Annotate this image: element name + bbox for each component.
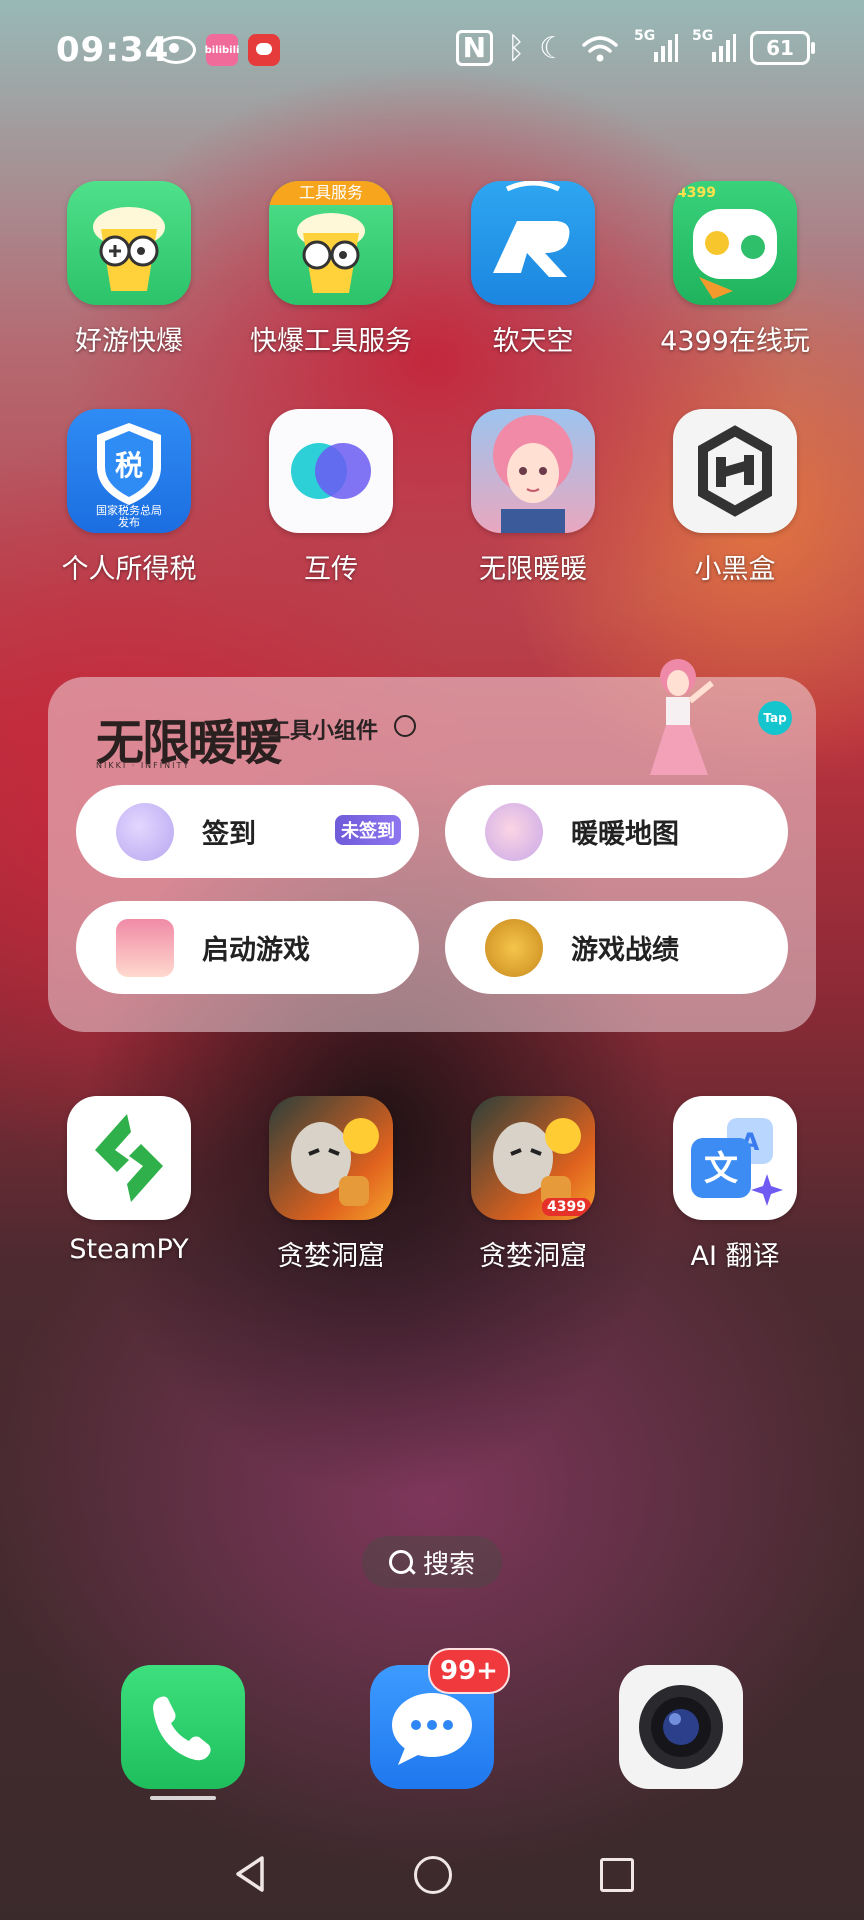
app-xiaoheihe[interactable]: 小黑盒 <box>635 409 835 586</box>
sign-in-button[interactable]: 签到 未签到 <box>76 785 419 878</box>
app-label: AI 翻译 <box>690 1241 780 1272</box>
app-label: 个人所得税 <box>61 554 197 585</box>
widget-title: 工具小组件 <box>268 719 379 744</box>
edit-icon[interactable] <box>394 715 416 737</box>
app-greedy-cave[interactable]: 贪婪洞窟 <box>231 1096 431 1273</box>
status-right-icons: N ᛒ ☾ 5G 5G 61 <box>455 28 815 66</box>
map-button[interactable]: 暖暖地图 <box>445 785 788 878</box>
infinity-nikki-widget[interactable]: 无限暖暖 NIKKI · INFINITY 工具小组件 Tap 签到 未签到 暖… <box>48 659 816 1032</box>
app-infinity-nikki[interactable]: 无限暖暖 <box>433 409 633 586</box>
notification-app-icon <box>248 34 280 66</box>
search-icon <box>388 1550 413 1574</box>
app-haoyou-kuaibao[interactable]: 好游快爆 <box>29 181 229 358</box>
do-not-disturb-icon: ☾ <box>539 30 566 66</box>
app-label: 小黑盒 <box>694 554 776 585</box>
camera-lens-icon <box>639 1685 723 1769</box>
sign-in-label: 签到 <box>202 819 256 850</box>
camera-app[interactable] <box>619 1665 743 1789</box>
bilibili-icon: bilibili <box>205 34 239 66</box>
greedy-cave-4399-icon: 4399 <box>471 1096 595 1220</box>
app-label: 贪婪洞窟 <box>479 1241 587 1272</box>
status-bar: 09:34 bilibili N ᛒ ☾ 5G 5G 61 <box>0 0 864 104</box>
crystal-icon <box>116 802 174 861</box>
nfc-icon: N <box>455 30 494 66</box>
game-record-label: 游戏战绩 <box>571 935 679 966</box>
ai-translate-icon: A 文 <box>673 1096 797 1220</box>
share-transfer-icon <box>269 409 393 533</box>
eye-icon <box>156 36 196 64</box>
kuaibao-tools-icon: 工具服务 <box>269 181 393 305</box>
app-label: SteamPY <box>69 1234 189 1265</box>
search-button[interactable]: 搜索 <box>362 1536 502 1588</box>
app-ruantiankong[interactable]: 软天空 <box>433 181 633 358</box>
messages-unread-badge: 99+ <box>428 1648 510 1694</box>
haoyou-kuaibao-icon <box>67 181 191 305</box>
greedy-cave-icon <box>269 1096 393 1220</box>
svg-text:文: 文 <box>704 1149 738 1189</box>
home-icon[interactable] <box>414 1856 452 1894</box>
app-label: 互传 <box>304 554 358 585</box>
svg-text:税: 税 <box>115 449 143 482</box>
app-label: 无限暖暖 <box>479 554 587 585</box>
app-label: 软天空 <box>492 326 574 357</box>
app-label: 4399在线玩 <box>660 326 810 357</box>
app-steampy[interactable]: SteamPY <box>29 1096 229 1265</box>
game-record-button[interactable]: 游戏战绩 <box>445 901 788 994</box>
status-time: 09:34 <box>56 30 170 70</box>
wifi-icon <box>580 33 620 63</box>
search-label: 搜索 <box>422 1549 475 1580</box>
phone-app[interactable] <box>121 1665 245 1789</box>
map-label: 暖暖地图 <box>571 819 679 850</box>
page-indicator <box>150 1796 216 1800</box>
tap-badge: Tap <box>758 701 792 735</box>
launch-game-label: 启动游戏 <box>202 935 310 966</box>
app-4399-online[interactable]: 4399 4399在线玩 <box>635 181 835 358</box>
app-greedy-cave-4399[interactable]: 4399 贪婪洞窟 <box>433 1096 633 1273</box>
back-icon[interactable] <box>232 1854 268 1894</box>
personal-tax-icon: 税 国家税务总局 发布 <box>67 409 191 533</box>
app-personal-tax[interactable]: 税 国家税务总局 发布 个人所得税 <box>29 409 229 586</box>
app-label: 贪婪洞窟 <box>277 1241 385 1272</box>
recent-apps-icon[interactable] <box>600 1858 634 1892</box>
not-signed-badge: 未签到 <box>335 815 401 845</box>
app-share-transfer[interactable]: 互传 <box>231 409 431 586</box>
battery-icon: 61 <box>750 31 815 65</box>
status-left-icons: bilibili <box>156 34 280 66</box>
character-illustration <box>650 659 714 775</box>
app-kuaibao-tools[interactable]: 工具服务 快爆工具服务 <box>231 181 431 358</box>
app-label: 快爆工具服务 <box>250 326 412 357</box>
xiaoheihe-icon <box>673 409 797 533</box>
signal-5g-icon-2: 5G <box>692 28 736 64</box>
launch-game-button[interactable]: 启动游戏 <box>76 901 419 994</box>
bee-icon <box>485 918 543 977</box>
game-avatar-icon <box>116 918 174 977</box>
ruantiankong-icon <box>471 181 595 305</box>
star-map-icon <box>485 802 543 861</box>
phone-icon <box>153 1696 211 1761</box>
signal-5g-icon-1: 5G <box>634 28 678 64</box>
4399-online-icon: 4399 <box>673 181 797 305</box>
app-label: 好游快爆 <box>75 326 183 357</box>
navigation-bar <box>0 1840 864 1920</box>
home-screen: 09:34 bilibili N ᛒ ☾ 5G 5G 61 好游快爆 工具服务 … <box>0 0 864 1920</box>
app-ai-translate[interactable]: A 文 AI 翻译 <box>635 1096 835 1273</box>
infinity-nikki-icon <box>471 409 595 533</box>
bluetooth-icon: ᛒ <box>507 30 526 66</box>
widget-logo-subtitle: NIKKI · INFINITY <box>96 761 191 770</box>
steampy-icon <box>67 1096 191 1220</box>
